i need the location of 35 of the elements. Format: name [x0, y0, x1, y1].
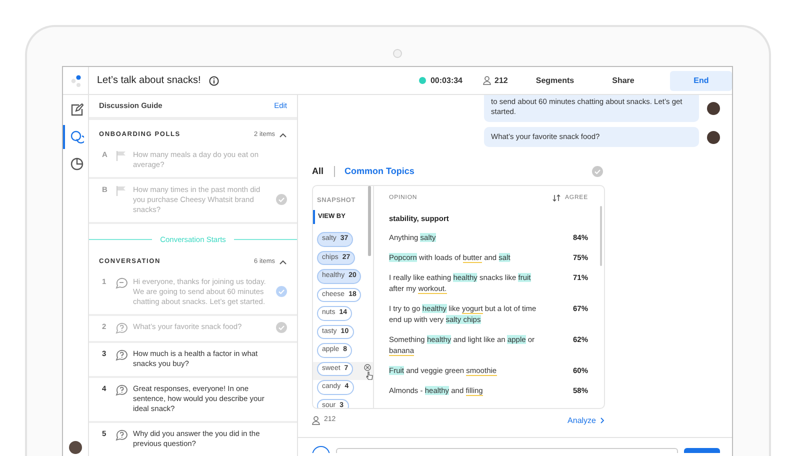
check-circle-icon	[592, 166, 603, 178]
page-title: Let’s talk about snacks!	[97, 74, 201, 88]
chevron-right-icon	[600, 417, 605, 424]
camera-dot	[393, 49, 402, 58]
toolbar-button[interactable]: Share	[612, 74, 634, 86]
person-icon	[482, 76, 491, 85]
question-bubble-icon	[115, 322, 128, 334]
participant-count: 212	[494, 74, 508, 86]
remove-icon[interactable]	[364, 364, 371, 370]
chat-icon	[70, 130, 84, 144]
flag-icon	[115, 184, 128, 197]
chevron-up-icon[interactable]	[279, 132, 287, 138]
info-icon[interactable]	[208, 76, 219, 86]
sort-icon[interactable]	[552, 194, 561, 202]
edit-icon	[70, 103, 84, 117]
chat-bubble-icon	[115, 276, 128, 289]
avatar-circle	[69, 441, 82, 454]
person-icon	[312, 416, 320, 425]
end-button[interactable]: End	[670, 70, 732, 90]
pie-chart-icon	[70, 157, 84, 171]
avatar-circle	[707, 130, 720, 144]
tab[interactable]: Common Topics	[344, 165, 414, 178]
question-bubble-icon	[115, 428, 128, 441]
hand-cursor-icon	[366, 370, 373, 380]
logo-icon	[70, 74, 80, 86]
chevron-up-icon[interactable]	[279, 258, 287, 265]
analyze-link[interactable]: Analyze	[568, 414, 605, 426]
question-bubble-icon	[115, 348, 128, 361]
toolbar-button[interactable]: Segments	[536, 74, 574, 86]
live-dot-icon	[419, 77, 426, 84]
tab[interactable]: All	[312, 165, 324, 178]
timer-text: 00:03:34	[430, 74, 463, 86]
avatar-circle	[707, 102, 720, 115]
flag-icon	[115, 150, 128, 162]
question-bubble-icon	[115, 384, 128, 396]
